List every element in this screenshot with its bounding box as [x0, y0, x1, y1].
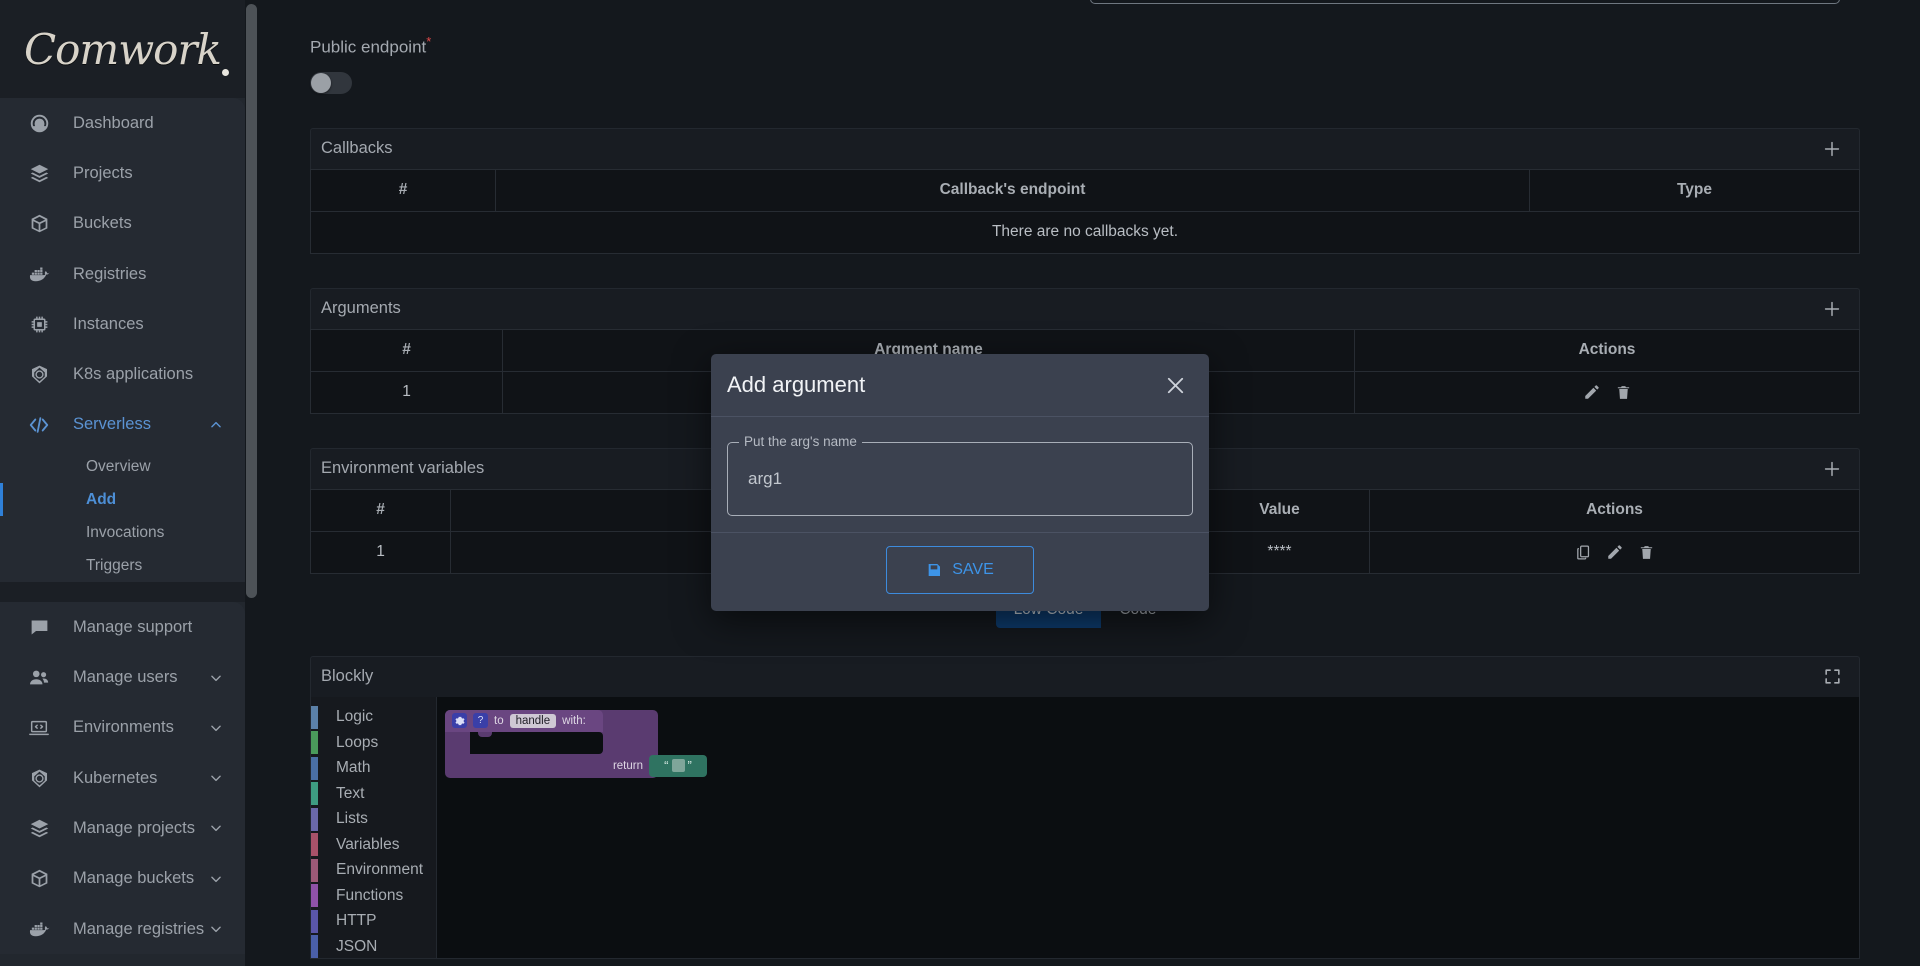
argument-name-value[interactable]: arg1: [742, 469, 782, 489]
argument-name-field[interactable]: Put the arg's name arg1: [727, 434, 1193, 516]
save-button-label: SAVE: [952, 561, 994, 578]
modal-body: Put the arg's name arg1: [711, 417, 1209, 532]
app-root: Comwork Dashboard Projects Buckets Regis…: [0, 0, 1920, 966]
argument-name-legend: Put the arg's name: [739, 434, 862, 449]
save-button[interactable]: SAVE: [886, 546, 1034, 594]
modal-footer: SAVE: [711, 532, 1209, 611]
modal-title: Add argument: [727, 372, 866, 397]
add-argument-modal: Add argument Put the arg's name arg1 SAV…: [711, 354, 1209, 611]
modal-header: Add argument: [711, 354, 1209, 417]
save-icon: [926, 562, 942, 578]
close-icon[interactable]: [1161, 371, 1189, 399]
